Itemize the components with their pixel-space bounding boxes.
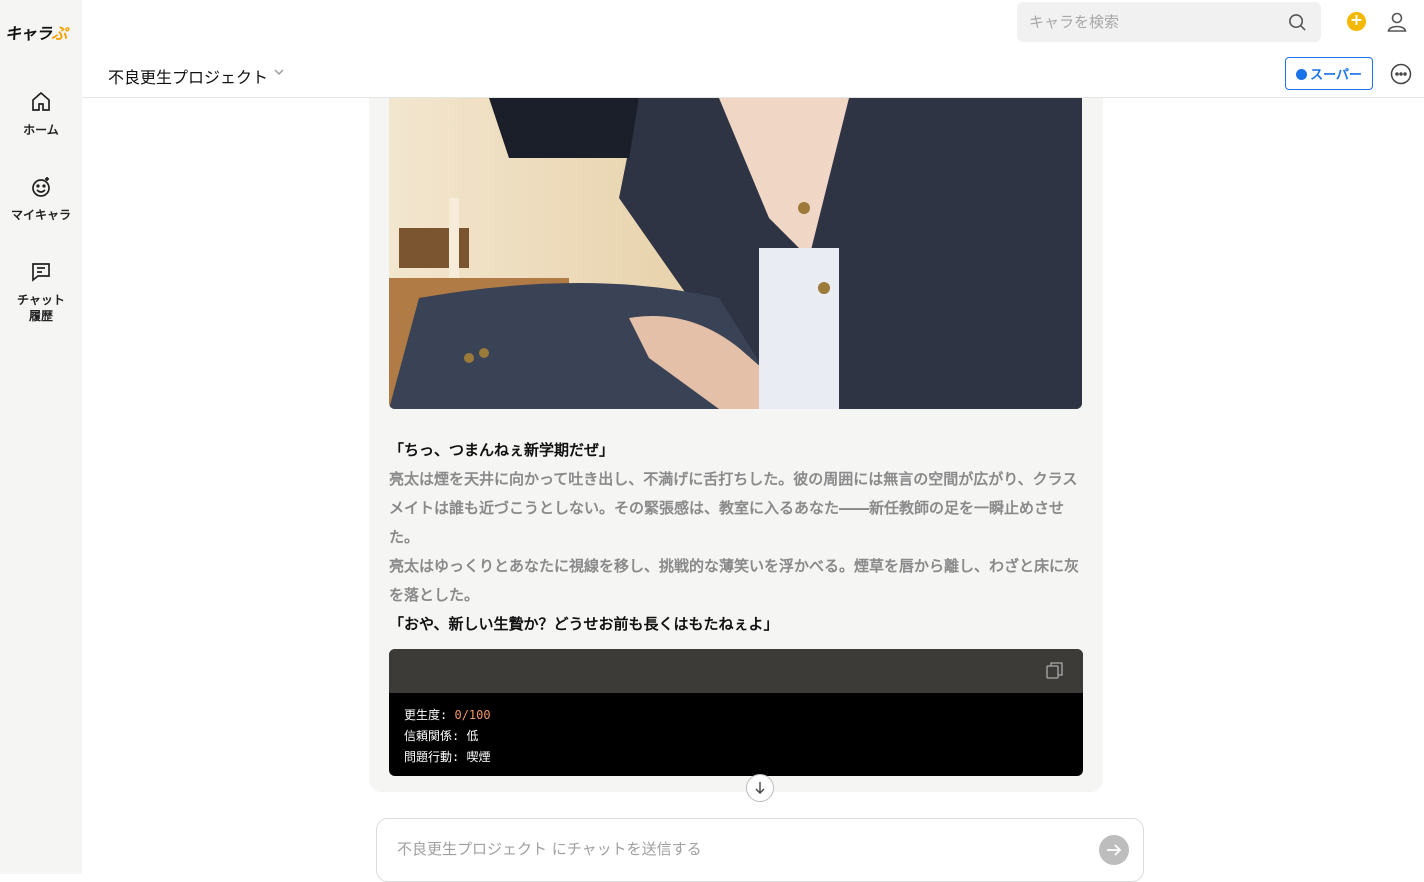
super-button[interactable]: スーパー bbox=[1285, 57, 1373, 90]
sidebar-item-chat-history[interactable]: チャット 履歴 bbox=[0, 260, 82, 324]
sidebar-item-label-line2: 履歴 bbox=[28, 309, 53, 323]
copy-icon[interactable] bbox=[1046, 662, 1063, 679]
narration: 亮太はゆっくりとあなたに視線を移し、挑戦的な薄笑いを浮かべる。煙草を唇から離し、… bbox=[389, 557, 1080, 604]
sidebar-item-home[interactable]: ホーム bbox=[0, 90, 82, 138]
home-icon bbox=[32, 91, 50, 111]
status-line-reform: 更生度: 0/100 bbox=[404, 708, 491, 722]
dialogue-line: 「おや、新しい生贄か？どうせお前も長くはもたねぇよ」 bbox=[389, 615, 779, 633]
search-bar bbox=[1017, 2, 1321, 42]
super-badge-icon bbox=[1296, 69, 1308, 80]
status-line-problem: 問題行動: 喫煙 bbox=[404, 750, 491, 764]
arrow-down-icon bbox=[755, 782, 765, 794]
arrow-right-icon bbox=[1107, 844, 1122, 856]
narration: 亮太は煙を天井に向かって吐き出し、不満げに舌打ちした。彼の周囲には無言の空間が広… bbox=[389, 470, 1078, 546]
problem-value: 喫煙 bbox=[466, 750, 491, 764]
app-logo[interactable]: キャラぷ bbox=[5, 20, 68, 44]
more-options-icon[interactable] bbox=[1390, 63, 1412, 85]
character-illustration bbox=[389, 98, 1082, 409]
sidebar-item-label: チャット bbox=[17, 293, 65, 307]
chat-input[interactable] bbox=[397, 833, 1077, 865]
status-code-block: 更生度: 0/100 信頼関係: 低 問題行動: 喫煙 bbox=[389, 649, 1083, 776]
chevron-down-icon[interactable] bbox=[274, 69, 284, 76]
trust-value: 低 bbox=[466, 729, 479, 743]
scroll-down-button[interactable] bbox=[746, 774, 774, 802]
code-block-body: 更生度: 0/100 信頼関係: 低 問題行動: 喫煙 bbox=[389, 693, 1083, 776]
message-text: 「ちっ、つまんねぇ新学期だぜ」 亮太は煙を天井に向かって吐き出し、不満げに舌打ち… bbox=[389, 436, 1083, 639]
smile-plus-icon bbox=[32, 177, 50, 197]
send-button[interactable] bbox=[1099, 835, 1129, 865]
sidebar-item-label: ホーム bbox=[23, 123, 59, 137]
chat-header: 不良更生プロジェクト スーパー bbox=[82, 50, 1424, 98]
chat-history-icon bbox=[32, 263, 50, 282]
sidebar-item-my-chara[interactable]: マイキャラ bbox=[0, 175, 82, 223]
search-input[interactable] bbox=[1029, 2, 1279, 42]
status-line-trust: 信頼関係: 低 bbox=[404, 729, 479, 743]
user-icon[interactable] bbox=[1385, 10, 1409, 34]
chat-title[interactable]: 不良更生プロジェクト bbox=[108, 64, 268, 88]
dialogue-line: 「ちっ、つまんねぇ新学期だぜ」 bbox=[389, 441, 615, 459]
code-block-header bbox=[389, 649, 1083, 693]
coin-icon[interactable] bbox=[1347, 10, 1366, 31]
reform-value: 0/100 bbox=[454, 708, 491, 722]
sidebar-item-label: マイキャラ bbox=[10, 208, 71, 222]
message-card: 「ちっ、つまんねぇ新学期だぜ」 亮太は煙を天井に向かって吐き出し、不満げに舌打ち… bbox=[369, 98, 1103, 792]
sidebar: キャラぷ ホーム マイキャラ チャット 履歴 bbox=[0, 0, 82, 874]
search-icon[interactable] bbox=[1288, 13, 1307, 32]
chat-composer bbox=[376, 818, 1144, 882]
